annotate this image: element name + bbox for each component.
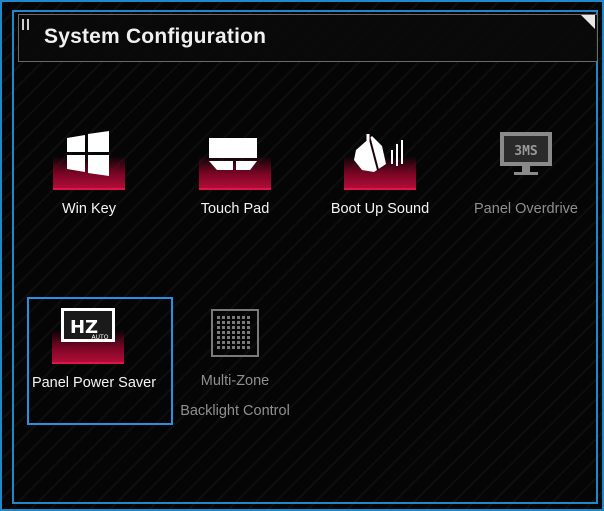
- windows-logo-icon: [67, 131, 109, 176]
- tile-panel-power-saver[interactable]: HZ AUTO Panel Power Saver: [27, 297, 173, 425]
- svg-text:AUTO: AUTO: [92, 334, 109, 341]
- system-configuration-panel: System Configuration Win Key Touch Pad B…: [0, 0, 604, 511]
- tile-multi-zone-backlight[interactable]: Multi-Zone Backlight Control: [162, 302, 308, 426]
- tile-touch-pad[interactable]: Touch Pad: [162, 130, 308, 224]
- panel-header: System Configuration: [18, 14, 598, 62]
- hz-auto-icon: HZ AUTO: [61, 308, 115, 342]
- tile-label-line1: Multi-Zone: [200, 373, 270, 389]
- tile-label: Panel Overdrive: [474, 201, 578, 217]
- tile-win-key[interactable]: Win Key: [16, 130, 162, 224]
- monitor-3ms-icon: 3MS: [500, 132, 552, 175]
- touchpad-icon: [209, 138, 257, 170]
- boot-sound-icon: [354, 131, 403, 172]
- corner-marker-icon: [581, 15, 595, 29]
- svg-text:3MS: 3MS: [514, 144, 538, 159]
- drag-grip-icon[interactable]: [22, 17, 32, 33]
- tile-label: Panel Power Saver: [31, 375, 157, 391]
- tile-label: Touch Pad: [200, 201, 270, 217]
- tile-label: Win Key: [62, 201, 116, 217]
- panel-frame: [12, 10, 598, 504]
- tile-label-line2: Backlight Control: [180, 403, 290, 419]
- tile-boot-up-sound[interactable]: Boot Up Sound: [307, 130, 453, 224]
- tile-label: Boot Up Sound: [330, 201, 430, 217]
- page-title: System Configuration: [44, 25, 267, 48]
- tile-panel-overdrive[interactable]: 3MS Panel Overdrive: [453, 130, 599, 224]
- keyboard-grid-icon: [211, 309, 259, 357]
